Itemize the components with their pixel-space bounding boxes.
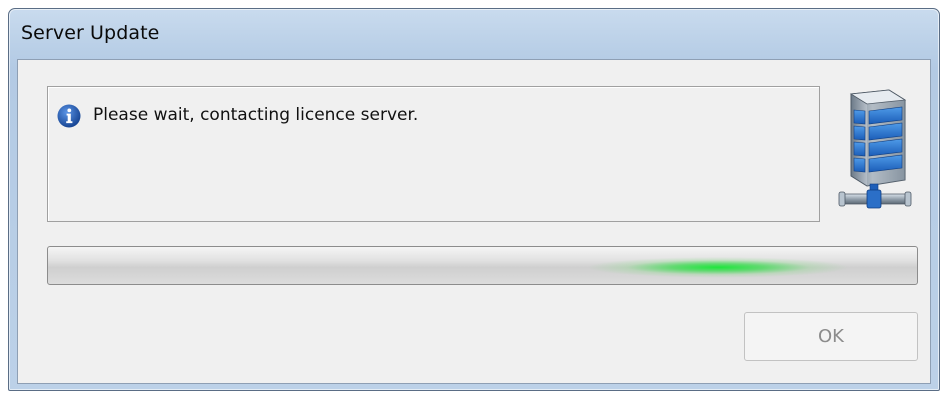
progress-bar [47,246,918,285]
message-panel: Please wait, contacting licence server. [47,86,820,222]
title-bar[interactable]: Server Update [9,9,939,59]
server-network-icon [838,89,912,209]
server-update-dialog: Server Update Please wait, contacting li… [8,8,940,391]
progress-marquee-glow [588,247,848,284]
status-message: Please wait, contacting licence server. [93,105,419,125]
dialog-body: Please wait, contacting licence server. [17,59,931,384]
window-title: Server Update [21,22,160,44]
info-icon [57,104,81,128]
ok-button[interactable]: OK [744,312,918,361]
